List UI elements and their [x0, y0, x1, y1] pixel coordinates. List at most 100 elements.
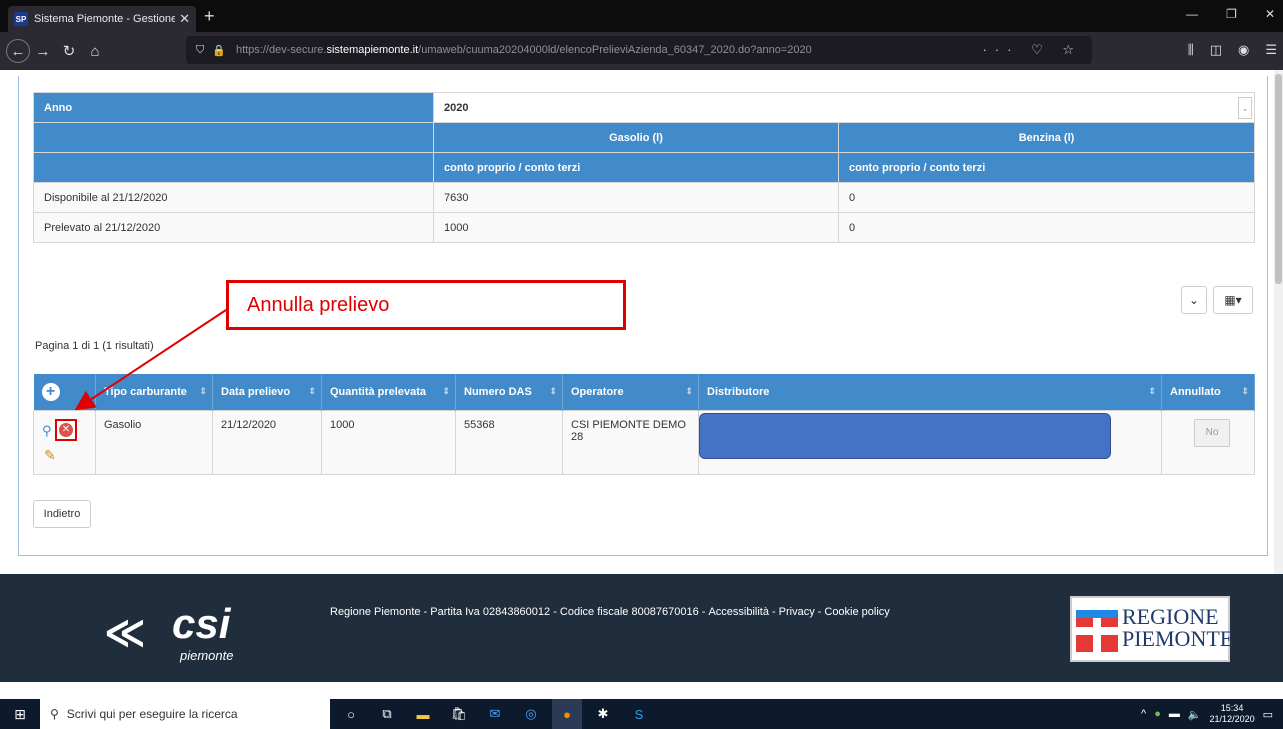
sort-icon: ⇕	[308, 386, 316, 396]
cell-das: 55368	[455, 409, 563, 475]
minimize-icon[interactable]: —	[1186, 7, 1198, 21]
firefox-icon[interactable]: ●	[552, 699, 582, 729]
cell-distributore	[698, 409, 1162, 475]
column-header[interactable]: Quantità prelevata ⇕	[321, 374, 456, 410]
column-header[interactable]: Numero DAS ⇕	[455, 374, 563, 410]
chevron-down-icon: ⌄	[1238, 97, 1252, 119]
footer-links: Regione Piemonte - Partita Iva 028438600…	[330, 606, 890, 618]
store-icon[interactable]: 🛍	[444, 699, 474, 729]
gasolio-subheader: conto proprio / conto terzi	[433, 152, 839, 183]
home-button[interactable]: ⌂	[82, 38, 108, 64]
edge-icon[interactable]: ◎	[516, 699, 546, 729]
menu-icon[interactable]: ☰	[1265, 42, 1277, 58]
back-button[interactable]: ←	[6, 39, 30, 63]
view-detail-icon[interactable]: ⚲	[42, 423, 52, 439]
regione-cross-icon	[1076, 610, 1118, 652]
new-tab-button[interactable]: +	[204, 6, 215, 26]
row-actions: ⚲ ✕ ✎	[33, 409, 96, 475]
window-controls: — ❐ ✕	[1186, 7, 1275, 21]
cortana-icon[interactable]: ○	[336, 699, 366, 729]
cell-data: 21/12/2020	[212, 409, 322, 475]
skype-icon[interactable]: S	[624, 699, 654, 729]
content-panel: Anno 2020 ⌄ Gasolio (l) Benzina (l) cont…	[18, 76, 1268, 556]
shield-icon[interactable]: ⛉	[196, 44, 204, 57]
sidebar-icon[interactable]: ◫	[1210, 42, 1222, 58]
footer-link-cookie[interactable]: Cookie policy	[824, 606, 889, 618]
lock-icon: 🔒	[212, 44, 226, 57]
annulla-prelievo-button[interactable]: ✕	[55, 418, 77, 441]
benzina-value: 0	[838, 212, 1255, 243]
file-explorer-icon[interactable]: ▬	[408, 699, 438, 729]
browser-nav-bar: ← → ↻ ⌂ ⛉ 🔒 https://dev-secure.sistemapi…	[0, 32, 1283, 70]
sort-icon: ⇕	[199, 386, 207, 396]
csi-mark-icon: ≪	[104, 611, 146, 655]
add-icon[interactable]: +	[41, 382, 60, 401]
table-row: ⚲ ✕ ✎ Gasolio 21/12/2020 1000 55368 CSI …	[33, 409, 1255, 475]
page-actions[interactable]: ··· ♡ ☆	[982, 42, 1082, 58]
url-text: https://dev-secure.sistemapiemonte.it/um…	[235, 44, 812, 56]
close-window-icon[interactable]: ✕	[1265, 7, 1275, 21]
table-row: Prelevato al 21/12/2020 1000 0	[33, 212, 1255, 243]
column-header[interactable]: Data prelievo ⇕	[212, 374, 322, 410]
footer-info: Regione Piemonte - Partita Iva 028438600…	[330, 606, 699, 618]
column-header[interactable]: Distributore ⇕	[698, 374, 1162, 410]
toolbar-right: ⫼ ◫ ◉ ☰	[1188, 42, 1277, 58]
collapse-button[interactable]: ⌄	[1181, 286, 1207, 314]
sort-icon: ⇕	[549, 386, 557, 396]
site-footer: ≪ csi piemonte Regione Piemonte - Partit…	[0, 574, 1283, 682]
sort-icon: ⇕	[685, 386, 693, 396]
column-header[interactable]: Annullato ⇕	[1161, 374, 1255, 410]
taskbar-search[interactable]: ⚲ Scrivi qui per eseguire la ricerca	[40, 699, 330, 729]
browser-tab-bar: SP Sistema Piemonte - Gestione a ✕ + — ❐…	[0, 0, 1283, 32]
pagination-info: Pagina 1 di 1 (1 risultati)	[35, 340, 154, 352]
back-page-button[interactable]: Indietro	[33, 500, 91, 528]
csi-logo: ≪ csi piemonte	[104, 600, 234, 663]
reload-button[interactable]: ↻	[56, 38, 82, 64]
columns-button[interactable]: ▦▾	[1213, 286, 1253, 314]
library-icon[interactable]: ⫼	[1188, 42, 1194, 58]
regione-piemonte-logo: REGIONE PIEMONTE	[1070, 596, 1233, 662]
anno-select[interactable]: 2020 ⌄	[433, 92, 1255, 123]
sort-icon: ⇕	[1148, 386, 1156, 396]
restore-icon[interactable]: ❐	[1226, 7, 1237, 21]
table-row: Disponibile al 21/12/2020 7630 0	[33, 182, 1255, 213]
app-icon[interactable]: ✱	[588, 699, 618, 729]
windows-start-icon[interactable]: ⊞	[0, 699, 40, 729]
mail-icon[interactable]: ✉	[480, 699, 510, 729]
annullato-toggle[interactable]: No	[1194, 418, 1230, 447]
notifications-icon[interactable]: ▭	[1263, 708, 1273, 721]
address-bar[interactable]: ⛉ 🔒 https://dev-secure.sistemapiemonte.i…	[186, 36, 1092, 64]
tray-app-icon[interactable]: ●	[1154, 708, 1161, 720]
edit-icon[interactable]: ✎	[44, 447, 56, 464]
volume-icon[interactable]: 🔈	[1188, 708, 1202, 721]
sort-icon: ⇕	[1241, 386, 1249, 396]
taskbar-clock[interactable]: 15:34 21/12/2020	[1210, 703, 1255, 725]
browser-tab[interactable]: SP Sistema Piemonte - Gestione a ✕	[8, 6, 196, 32]
footer-link-accessibilita[interactable]: Accessibilità	[708, 606, 769, 618]
cell-tipo: Gasolio	[95, 409, 213, 475]
forward-button[interactable]: →	[30, 38, 56, 64]
close-tab-icon[interactable]: ✕	[179, 11, 190, 27]
add-cell: +	[33, 374, 96, 410]
cell-operatore: CSI PIEMONTE DEMO 28	[562, 409, 699, 475]
cell-annullato: No	[1161, 409, 1255, 475]
cancel-icon: ✕	[59, 422, 73, 437]
cell-quantita: 1000	[321, 409, 456, 475]
tray-network-icon[interactable]: ▬	[1169, 708, 1180, 720]
footer-link-privacy[interactable]: Privacy	[779, 606, 815, 618]
search-icon: ⚲	[50, 707, 59, 721]
chevron-down-icon: ⌄	[1188, 293, 1200, 307]
account-icon[interactable]: ◉	[1238, 42, 1249, 58]
benzina-header: Benzina (l)	[838, 122, 1255, 153]
prelievi-table: + Tipo carburante ⇕ Data prelievo ⇕ Quanti…	[33, 374, 1255, 475]
scrollbar[interactable]	[1274, 70, 1283, 574]
page-content: Anno 2020 ⌄ Gasolio (l) Benzina (l) cont…	[0, 70, 1283, 574]
windows-taskbar: ⊞ ⚲ Scrivi qui per eseguire la ricerca ○…	[0, 699, 1283, 729]
gasolio-header: Gasolio (l)	[433, 122, 839, 153]
column-header[interactable]: Operatore ⇕	[562, 374, 699, 410]
task-view-icon[interactable]: ⧉	[372, 699, 402, 729]
tray-chevron-icon[interactable]: ^	[1141, 708, 1146, 720]
row-label: Prelevato al 21/12/2020	[33, 212, 434, 243]
scrollbar-thumb[interactable]	[1275, 74, 1282, 284]
column-header[interactable]: Tipo carburante ⇕	[95, 374, 213, 410]
